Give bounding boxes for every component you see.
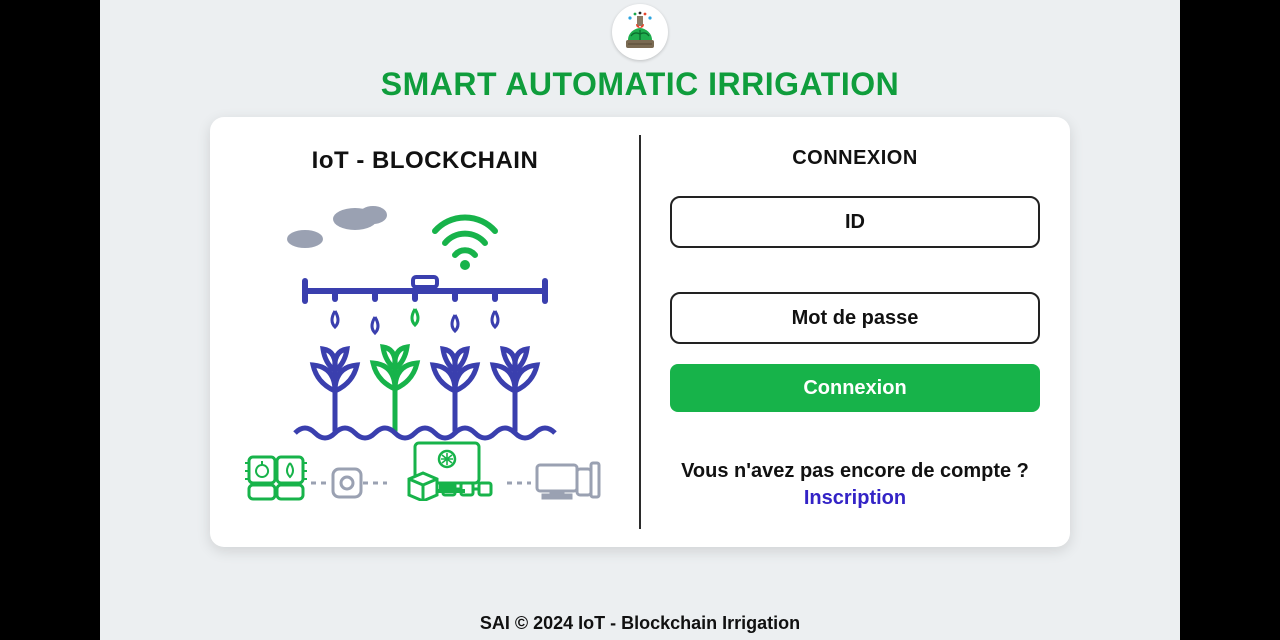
iot-blockchain-illustration <box>245 181 605 501</box>
app-title: SMART AUTOMATIC IRRIGATION <box>381 66 899 103</box>
info-panel-title: IoT - BLOCKCHAIN <box>312 147 539 175</box>
app-logo-badge <box>612 4 668 60</box>
plant-irrigation-icon <box>618 10 662 54</box>
info-panel: IoT - BLOCKCHAIN <box>210 117 640 547</box>
id-field[interactable] <box>670 196 1040 248</box>
page-stage: SMART AUTOMATIC IRRIGATION IoT - BLOCKCH… <box>100 0 1180 640</box>
login-card: IoT - BLOCKCHAIN <box>210 117 1070 547</box>
signup-link[interactable]: Inscription <box>804 487 906 510</box>
signup-block: Vous n'avez pas encore de compte ? Inscr… <box>681 460 1029 510</box>
letterbox-right <box>1180 0 1280 640</box>
login-heading: CONNEXION <box>792 147 918 170</box>
login-panel: CONNEXION Connexion Vous n'avez pas enco… <box>640 117 1070 547</box>
password-field[interactable] <box>670 292 1040 344</box>
signup-question: Vous n'avez pas encore de compte ? <box>681 460 1029 483</box>
letterbox-left <box>0 0 100 640</box>
login-button[interactable]: Connexion <box>670 364 1040 412</box>
footer-text: SAI © 2024 IoT - Blockchain Irrigation <box>100 613 1180 634</box>
vertical-divider <box>639 135 641 529</box>
